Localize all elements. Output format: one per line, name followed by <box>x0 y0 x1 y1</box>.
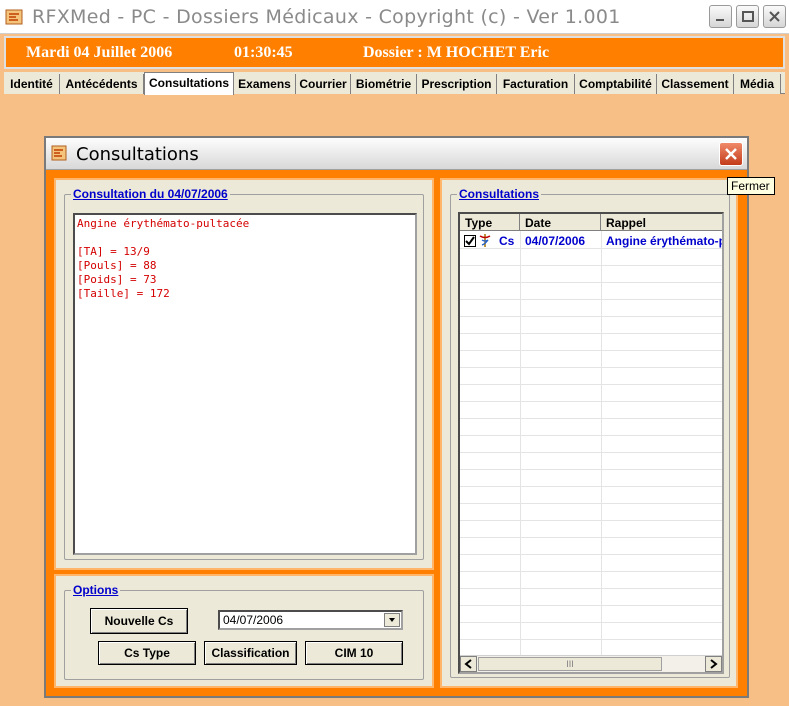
header-dossier: Dossier : M HOCHET Eric <box>363 44 550 61</box>
row-date: 04/07/2006 <box>525 234 586 248</box>
grid-row-line <box>460 571 722 572</box>
grid-row-line <box>460 639 722 640</box>
tab-examens[interactable]: Examens <box>234 74 296 94</box>
close-tooltip: Fermer <box>727 177 775 195</box>
app-icon <box>5 9 23 25</box>
tab-comptabilite[interactable]: Comptabilité <box>575 74 657 94</box>
header-date: Mardi 04 Juillet 2006 <box>26 44 173 61</box>
main-tabs: Identité Antécédents Consultations Exame… <box>4 72 785 95</box>
grid-column-line <box>520 231 521 656</box>
consultation-groupbox: Consultation du 04/07/2006 Angine érythé… <box>64 187 424 560</box>
grid-row-line <box>460 367 722 368</box>
dropdown-arrow-button[interactable] <box>384 613 400 627</box>
maximize-button[interactable] <box>736 5 759 28</box>
chevron-left-icon <box>464 659 472 669</box>
tab-facturation[interactable]: Facturation <box>497 74 575 94</box>
chevron-right-icon <box>710 659 718 669</box>
tab-media[interactable]: Média <box>734 74 781 94</box>
nouvelle-cs-button[interactable]: Nouvelle Cs <box>90 608 188 634</box>
tab-identite[interactable]: Identité <box>4 74 60 94</box>
dialog-titlebar: Consultations <box>46 138 747 170</box>
grid-row-line <box>460 622 722 623</box>
consultations-dialog: Consultations Consultation du 04/07/2006… <box>44 136 749 698</box>
patient-header: Mardi 04 Juillet 2006 01:30:45 Dossier :… <box>4 36 785 69</box>
column-header-rappel[interactable]: Rappel <box>601 214 722 231</box>
options-groupbox: Options Nouvelle Cs 04/07/2006 Cs Type C… <box>64 583 424 680</box>
window-title: RFXMed - PC - Dossiers Médicaux - Copyri… <box>32 6 621 28</box>
grid-row-line <box>460 537 722 538</box>
tab-antecedents[interactable]: Antécédents <box>60 74 144 94</box>
maximize-icon <box>742 11 754 22</box>
options-panel: Options Nouvelle Cs 04/07/2006 Cs Type C… <box>54 574 434 688</box>
dialog-close-button[interactable] <box>719 142 743 166</box>
cs-type-button[interactable]: Cs Type <box>98 641 196 665</box>
minimize-icon <box>716 19 724 21</box>
window-titlebar: RFXMed - PC - Dossiers Médicaux - Copyri… <box>0 0 789 34</box>
close-icon <box>769 11 780 22</box>
grid-row-line <box>460 503 722 504</box>
scroll-left-button[interactable] <box>460 656 477 672</box>
column-header-type[interactable]: Type <box>460 214 520 231</box>
close-window-button[interactable] <box>763 5 786 28</box>
consultation-group-title: Consultation du 04/07/2006 <box>71 187 230 201</box>
tab-classement[interactable]: Classement <box>657 74 734 94</box>
grid-row-line <box>460 299 722 300</box>
grid-column-line <box>601 231 602 656</box>
grid-row-line <box>460 265 722 266</box>
tab-biometrie[interactable]: Biométrie <box>351 74 417 94</box>
date-select[interactable]: 04/07/2006 <box>218 610 403 630</box>
cim10-button[interactable]: CIM 10 <box>305 641 403 665</box>
grid-row-line <box>460 418 722 419</box>
checkbox-checked-icon[interactable] <box>464 235 476 247</box>
column-header-date[interactable]: Date <box>520 214 601 231</box>
consultations-list-groupbox: Consultations Type Date Rappel Cs 04/07/… <box>450 187 730 678</box>
grid-row-line <box>460 384 722 385</box>
scroll-thumb[interactable]: III <box>478 657 662 671</box>
grid-header: Type Date Rappel <box>460 214 722 231</box>
chevron-down-icon <box>389 618 395 622</box>
dialog-title: Consultations <box>76 144 199 165</box>
horizontal-scrollbar[interactable]: III <box>460 655 722 672</box>
grid-row-line <box>460 469 722 470</box>
grid-row-line <box>460 401 722 402</box>
classification-button[interactable]: Classification <box>204 641 297 665</box>
consultation-panel: Consultation du 04/07/2006 Angine érythé… <box>54 178 434 570</box>
consultations-grid[interactable]: Type Date Rappel Cs 04/07/2006 Angine ér… <box>458 212 724 674</box>
caduceus-icon <box>479 234 491 247</box>
tab-prescription[interactable]: Prescription <box>417 74 497 94</box>
scroll-right-button[interactable] <box>705 656 722 672</box>
close-icon <box>725 148 737 160</box>
consultations-list-title: Consultations <box>457 187 541 201</box>
grid-row-line <box>460 520 722 521</box>
tab-courrier[interactable]: Courrier <box>296 74 351 94</box>
grid-row-line <box>460 605 722 606</box>
row-type: Cs <box>499 234 515 248</box>
grid-row-line <box>460 316 722 317</box>
dialog-app-icon <box>51 145 67 161</box>
date-select-value: 04/07/2006 <box>223 613 284 627</box>
grid-row-line <box>460 435 722 436</box>
consultation-text-memo[interactable]: Angine érythémato-pultacée [TA] = 13/9 [… <box>73 213 417 555</box>
options-group-title: Options <box>71 583 121 597</box>
grid-row-line <box>460 248 722 249</box>
grid-row-line <box>460 554 722 555</box>
header-time: 01:30:45 <box>234 44 293 61</box>
grid-row-line <box>460 333 722 334</box>
grid-row-line <box>460 486 722 487</box>
minimize-button[interactable] <box>709 5 732 28</box>
grid-row-line <box>460 350 722 351</box>
grid-row-line <box>460 588 722 589</box>
row-rappel: Angine érythémato-pultacée <box>606 234 722 248</box>
consultations-list-panel: Consultations Type Date Rappel Cs 04/07/… <box>440 178 738 688</box>
grid-row-line <box>460 282 722 283</box>
grid-row-line <box>460 452 722 453</box>
tab-consultations[interactable]: Consultations <box>144 72 234 95</box>
